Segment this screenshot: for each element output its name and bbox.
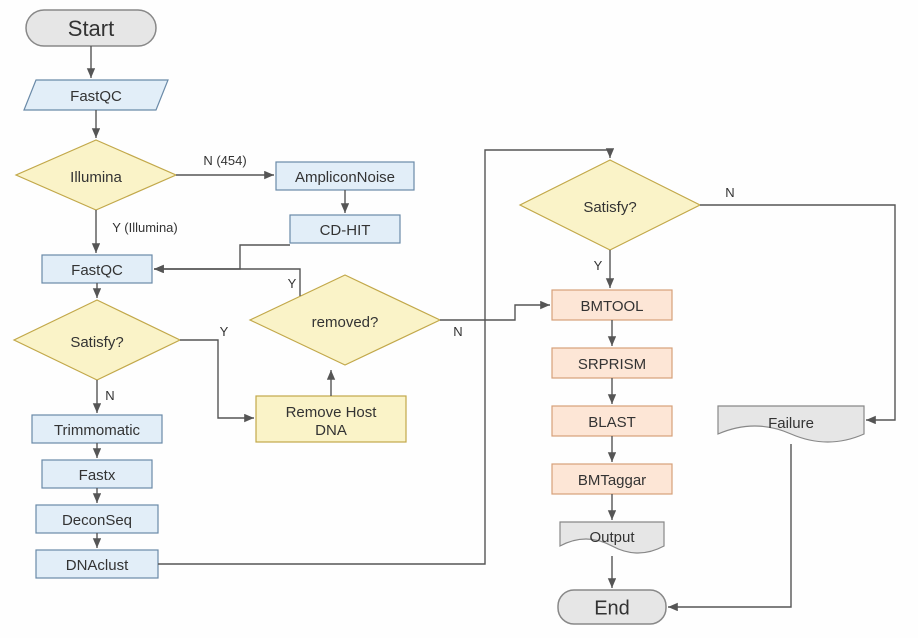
node-dnaclust-label: DNAclust [66, 557, 129, 574]
node-satisfy2: Satisfy? [520, 160, 700, 250]
edge-failure-end [668, 444, 791, 607]
edge-satisfy1-removehost [180, 340, 254, 418]
node-illumina: Illumina [16, 140, 176, 210]
node-removehost: Remove Host DNA [256, 396, 406, 442]
node-output: Output [560, 522, 664, 553]
node-trimmomatic: Trimmomatic [32, 415, 162, 443]
node-fastqc2-label: FastQC [71, 262, 123, 279]
node-cdhit-label: CD-HIT [320, 222, 371, 239]
node-fastx-label: Fastx [79, 467, 116, 484]
edge-satisfy2-bmtool-label: Y [594, 258, 603, 273]
node-bmtool-label: BMTOOL [580, 298, 643, 315]
node-bmtaggar-label: BMTaggar [578, 472, 646, 489]
node-removehost-label1: Remove Host [286, 404, 378, 421]
flowchart-canvas: Start FastQC Illumina AmpliconNoise CD-H… [0, 0, 918, 638]
node-removed: removed? [250, 275, 440, 365]
node-blast-label: BLAST [588, 414, 636, 431]
node-trimmomatic-label: Trimmomatic [54, 422, 141, 439]
node-end-label: End [594, 597, 630, 619]
edge-removed-fastqc2 [154, 269, 300, 296]
node-removehost-label2: DNA [315, 422, 347, 439]
node-blast: BLAST [552, 406, 672, 436]
node-illumina-label: Illumina [70, 169, 122, 186]
node-srprism: SRPRISM [552, 348, 672, 378]
edge-removed-bmtool-label: N [453, 324, 462, 339]
edge-cdhit-fastqc2 [154, 245, 290, 269]
node-deconseq-label: DeconSeq [62, 512, 132, 529]
node-dnaclust: DNAclust [36, 550, 158, 578]
node-ampliconnoise: AmpliconNoise [276, 162, 414, 190]
edge-illumina-fastqc2-label: Y (Illumina) [112, 220, 178, 235]
node-fastqc2: FastQC [42, 255, 152, 283]
node-start-label: Start [68, 16, 114, 41]
edge-satisfy2-failure-label: N [725, 185, 734, 200]
edge-satisfy1-removehost-label: Y [220, 324, 229, 339]
node-cdhit: CD-HIT [290, 215, 400, 243]
node-satisfy1: Satisfy? [14, 300, 180, 380]
node-fastx: Fastx [42, 460, 152, 488]
edge-illumina-ampliconnoise-label: N (454) [203, 153, 246, 168]
edge-satisfy1-trimmomatic-label: N [105, 388, 114, 403]
node-ampliconnoise-label: AmpliconNoise [295, 169, 395, 186]
node-end: End [558, 590, 666, 624]
node-start: Start [26, 10, 156, 46]
node-bmtaggar: BMTaggar [552, 464, 672, 494]
node-removed-label: removed? [312, 314, 379, 331]
node-failure-label: Failure [768, 415, 814, 432]
edge-removed-bmtool [440, 305, 550, 320]
node-fastqc1-label: FastQC [70, 88, 122, 105]
edge-removed-fastqc2-label: Y [288, 276, 297, 291]
node-satisfy1-label: Satisfy? [70, 334, 123, 351]
edge-satisfy2-failure [700, 205, 895, 420]
node-deconseq: DeconSeq [36, 505, 158, 533]
node-satisfy2-label: Satisfy? [583, 199, 636, 216]
node-bmtool: BMTOOL [552, 290, 672, 320]
node-failure: Failure [718, 406, 864, 442]
node-srprism-label: SRPRISM [578, 356, 646, 373]
node-output-label: Output [589, 529, 635, 546]
node-fastqc1: FastQC [24, 80, 168, 110]
